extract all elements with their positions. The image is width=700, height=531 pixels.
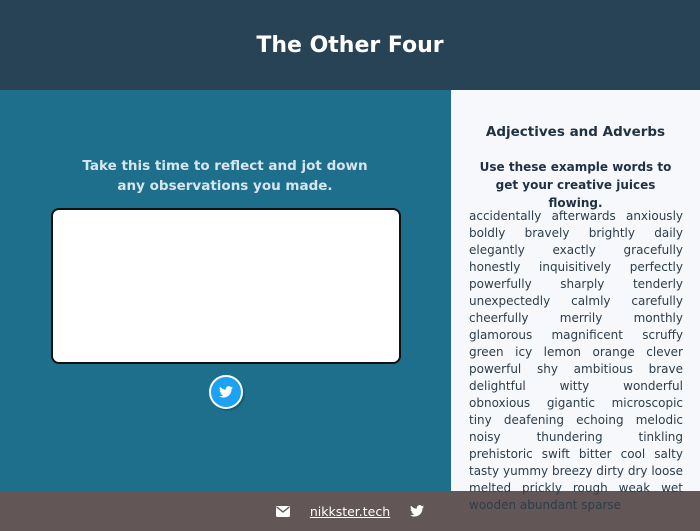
site-header: The Other Four <box>0 0 700 90</box>
twitter-icon[interactable] <box>410 505 425 517</box>
website-link[interactable]: nikkster.tech <box>310 504 390 519</box>
page-title: The Other Four <box>256 32 444 58</box>
main-content: Take this time to reflect and jot down a… <box>0 90 700 512</box>
notes-textarea[interactable] <box>51 208 401 364</box>
reflection-prompt: Take this time to reflect and jot down a… <box>82 158 368 194</box>
word-bank-subheading: Use these example words to get your crea… <box>479 160 672 210</box>
word-bank-panel: Adjectives and Adverbs Use these example… <box>451 90 700 512</box>
tweet-button[interactable] <box>209 375 243 409</box>
word-list: accidentally afterwards anxiously boldly… <box>469 209 683 512</box>
mail-icon[interactable] <box>275 505 290 517</box>
twitter-icon <box>219 386 233 398</box>
word-bank-heading: Adjectives and Adverbs <box>485 124 666 140</box>
reflection-panel: Take this time to reflect and jot down a… <box>0 90 451 491</box>
